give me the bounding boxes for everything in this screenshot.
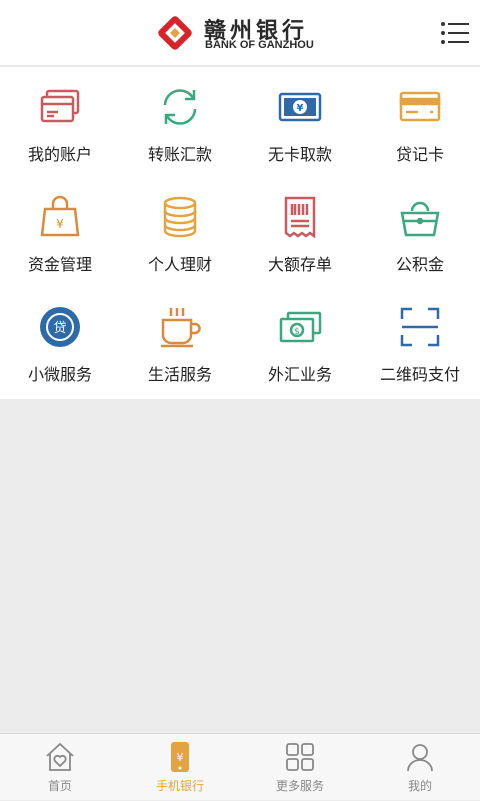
service-personal-finance[interactable]: 个人理财 [120, 177, 240, 287]
app-header: 赣州银行 BANK OF GANZHOU [0, 0, 480, 66]
service-forex[interactable]: $ 外汇业务 [240, 287, 360, 397]
tab-mobile-bank[interactable]: ¥ 手机银行 [120, 734, 240, 801]
mobile-bank-icon: ¥ [171, 742, 189, 772]
coin-stack-icon [163, 196, 197, 238]
cardless-cash-icon: ¥ [278, 92, 322, 122]
service-label: 小微服务 [27, 365, 92, 384]
service-housing-fund[interactable]: 公积金 [360, 177, 480, 287]
currency-notes-icon: $ [279, 311, 322, 343]
service-cardless-cash[interactable]: ¥ 无卡取款 [240, 67, 360, 177]
service-large-deposit[interactable]: 大额存单 [240, 177, 360, 287]
svg-text:¥: ¥ [297, 103, 304, 114]
home-icon [46, 742, 74, 771]
svg-text:¥: ¥ [56, 217, 64, 231]
receipt-icon [284, 196, 316, 239]
service-life[interactable]: 生活服务 [120, 287, 240, 397]
bank-logo-mark [158, 16, 192, 50]
svg-text:$: $ [294, 327, 300, 337]
credit-card-icon [399, 91, 441, 122]
service-qr-pay[interactable]: 二维码支付 [360, 287, 480, 397]
service-label: 公积金 [395, 255, 444, 274]
tab-mine[interactable]: 我的 [360, 734, 480, 801]
grid-apps-icon [286, 743, 314, 771]
service-credit-card[interactable]: 贷记卡 [360, 67, 480, 177]
service-label: 贷记卡 [395, 145, 444, 164]
purse-icon [400, 201, 440, 237]
bank-logo: 赣州银行 BANK OF GANZHOU [154, 12, 330, 54]
bank-name-en: BANK OF GANZHOU [205, 39, 314, 51]
service-label: 个人理财 [147, 255, 212, 274]
tab-label: 手机银行 [155, 779, 204, 793]
service-label: 无卡取款 [267, 145, 332, 164]
coffee-cup-icon [161, 308, 201, 348]
service-grid: 我的账户 转账汇款 ¥ 无卡取款 贷记卡 ¥ 资金管理 个人理财 大额存单 公积… [0, 67, 480, 399]
qr-scan-icon [400, 307, 440, 347]
money-bag-icon: ¥ [40, 195, 80, 237]
tab-label: 首页 [47, 779, 72, 793]
tab-more-services[interactable]: 更多服务 [240, 734, 360, 801]
tab-home[interactable]: 首页 [0, 734, 120, 801]
service-fund-management[interactable]: ¥ 资金管理 [0, 177, 120, 287]
transfer-refresh-icon [163, 89, 197, 125]
service-transfer[interactable]: 转账汇款 [120, 67, 240, 177]
service-label: 资金管理 [27, 255, 92, 274]
loan-badge-icon: 贷 [40, 307, 80, 347]
service-small-micro[interactable]: 贷 小微服务 [0, 287, 120, 397]
service-label: 生活服务 [147, 365, 212, 384]
service-label: 转账汇款 [147, 145, 212, 164]
service-label: 外汇业务 [267, 365, 332, 384]
account-card-icon [40, 89, 80, 123]
user-icon [407, 744, 433, 772]
service-label: 大额存单 [267, 255, 332, 274]
svg-text:贷: 贷 [53, 321, 66, 336]
service-label: 我的账户 [27, 145, 92, 164]
tab-label: 我的 [407, 779, 432, 793]
service-my-account[interactable]: 我的账户 [0, 67, 120, 177]
svg-text:¥: ¥ [177, 751, 184, 764]
service-label: 二维码支付 [379, 365, 460, 384]
list-menu-icon[interactable] [440, 20, 470, 46]
tab-label: 更多服务 [275, 779, 324, 793]
bottom-tab-bar: 首页 ¥ 手机银行 更多服务 我的 [0, 733, 480, 800]
